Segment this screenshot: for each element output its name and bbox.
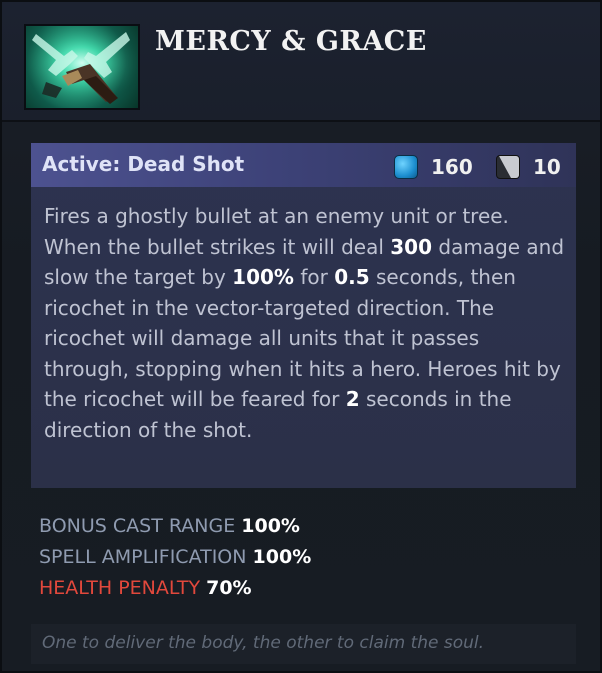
active-ability-panel: Active: Dead Shot 160 10 Fires a ghostly…	[31, 143, 576, 488]
ability-description: Fires a ghostly bullet at an enemy unit …	[44, 204, 565, 442]
stat-row-cast-range: BONUS CAST RANGE 100%	[39, 511, 311, 542]
stat-label: BONUS CAST RANGE	[39, 515, 236, 537]
tooltip-header: MERCY & GRACE	[2, 2, 600, 120]
lore-text: One to deliver the body, the other to cl…	[42, 633, 485, 653]
cooldown-value: 10	[533, 155, 561, 179]
ability-title: Active: Dead Shot	[42, 152, 245, 176]
item-tooltip: MERCY & GRACE Active: Dead Shot 160 10 F…	[0, 0, 602, 673]
cooldown-icon	[496, 155, 520, 179]
mana-icon	[394, 155, 418, 179]
ability-header: Active: Dead Shot 160 10	[31, 143, 576, 187]
fear-duration-value: 2	[345, 387, 360, 411]
stat-label-penalty: HEALTH PENALTY	[39, 577, 201, 599]
slow-value: 100%	[232, 265, 294, 289]
stat-value: 100%	[241, 515, 300, 537]
stat-value: 100%	[252, 546, 312, 568]
lore-panel: One to deliver the body, the other to cl…	[31, 624, 576, 664]
slow-duration-value: 0.5	[334, 265, 370, 289]
damage-value: 300	[390, 234, 433, 259]
stat-row-spell-amp: SPELL AMPLIFICATION 100%	[39, 542, 311, 573]
stat-row-health-penalty: HEALTH PENALTY 70%	[39, 573, 311, 604]
header-divider	[2, 120, 600, 122]
item-stats: BONUS CAST RANGE 100% SPELL AMPLIFICATIO…	[39, 511, 311, 604]
stat-label: SPELL AMPLIFICATION	[39, 546, 247, 568]
twin-pistols-icon	[24, 24, 140, 110]
stat-value: 70%	[206, 577, 252, 599]
item-name: MERCY & GRACE	[155, 26, 427, 57]
mana-cost: 160	[431, 155, 473, 179]
